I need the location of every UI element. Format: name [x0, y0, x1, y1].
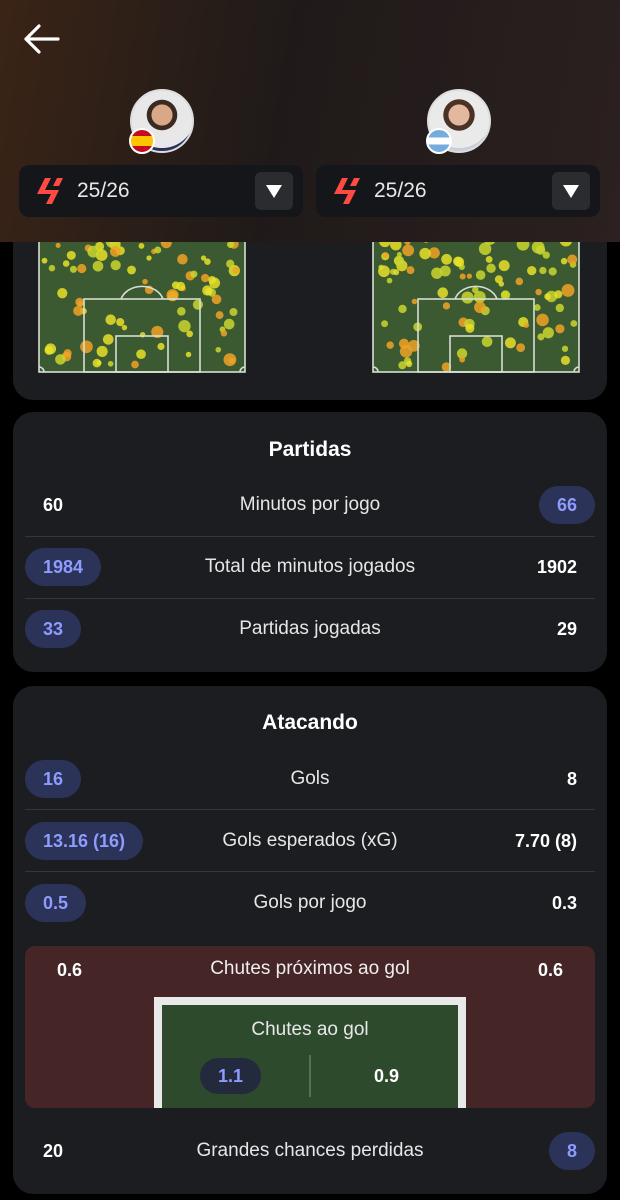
stat-row-goals: Gols 16 8 [25, 748, 595, 810]
player-2-shots-near-value: 0.6 [537, 960, 563, 980]
player-2-heatmap [372, 228, 580, 373]
player-2-value: 0.3 [551, 893, 577, 913]
player-1-season-select[interactable]: 25/26 [19, 165, 303, 217]
shots-on-target-label: Chutes ao gol [251, 1019, 369, 1040]
stat-row-expected-goals: Gols esperados (xG) 13.16 (16) 7.70 (8) [25, 810, 595, 872]
comparison-header: 25/26 25/26 [0, 0, 620, 242]
player-2-shots-on-target-value: 0.9 [374, 1066, 400, 1086]
player-2-value: 29 [556, 619, 577, 639]
stat-label: Gols por jogo [253, 892, 367, 913]
back-button[interactable] [22, 22, 62, 56]
goal-frame: Chutes ao gol 1.1 0.9 [154, 997, 466, 1108]
player-1-shots-near-value: 0.6 [57, 960, 83, 980]
stat-label: Total de minutos jogados [204, 556, 416, 577]
section-title: Atacando [262, 711, 358, 734]
shots-near-goal-label: Chutes próximos ao gol [210, 958, 410, 979]
player-2-value: 8 [566, 769, 577, 789]
attack-section: Atacando Gols 16 8 Gols esperados (xG) 1… [13, 686, 607, 1194]
player-1-value: 33 [25, 610, 82, 648]
stat-row-goals-per-game: Gols por jogo 0.5 0.3 [25, 872, 595, 934]
player-2-value: 8 [548, 1132, 595, 1170]
season-label: 25/26 [374, 179, 427, 202]
player-1-value: 20 [43, 1141, 64, 1161]
spain-flag-icon [129, 128, 155, 154]
stat-row-big-chances-missed: Grandes chances perdidas 20 8 [25, 1120, 595, 1182]
matches-section: Partidas Minutos por jogo 60 66 Total de… [13, 412, 607, 672]
laliga-logo-icon [37, 178, 63, 204]
stat-label: Grandes chances perdidas [196, 1140, 424, 1161]
player-2-season-select[interactable]: 25/26 [316, 165, 600, 217]
caret-down-icon [266, 184, 282, 198]
goal-divider [309, 1055, 311, 1097]
player-1-value: 60 [43, 495, 64, 515]
player-1-value: 13.16 (16) [25, 822, 144, 860]
shots-zone-panel: Chutes próximos ao gol 0.6 0.6 Chutes ao… [25, 946, 595, 1108]
caret-down-icon [563, 184, 579, 198]
dropdown-button[interactable] [552, 172, 590, 210]
player-1-heatmap [38, 228, 246, 373]
stat-row-matches-played: Partidas jogadas 33 29 [25, 598, 595, 660]
dropdown-button[interactable] [255, 172, 293, 210]
arrow-left-icon [24, 24, 60, 54]
stat-label: Minutos por jogo [239, 494, 381, 515]
stat-row-minutes-per-game: Minutos por jogo 60 66 [25, 474, 595, 536]
player-1-value: 0.5 [25, 884, 87, 922]
section-title: Partidas [268, 438, 352, 461]
stat-row-total-minutes: Total de minutos jogados 1984 1902 [25, 536, 595, 598]
argentina-flag-icon [426, 128, 452, 154]
player-1-shots-on-target-value: 1.1 [200, 1058, 262, 1094]
player-2-value: 1902 [536, 557, 577, 577]
laliga-logo-icon [334, 178, 360, 204]
player-2-value: 7.70 (8) [514, 831, 577, 851]
player-1-value: 16 [25, 760, 82, 798]
season-label: 25/26 [77, 179, 130, 202]
player-2-value: 66 [538, 486, 595, 524]
stat-label: Partidas jogadas [239, 618, 381, 639]
player-1-value: 1984 [25, 548, 102, 586]
stat-label: Gols [290, 768, 330, 789]
